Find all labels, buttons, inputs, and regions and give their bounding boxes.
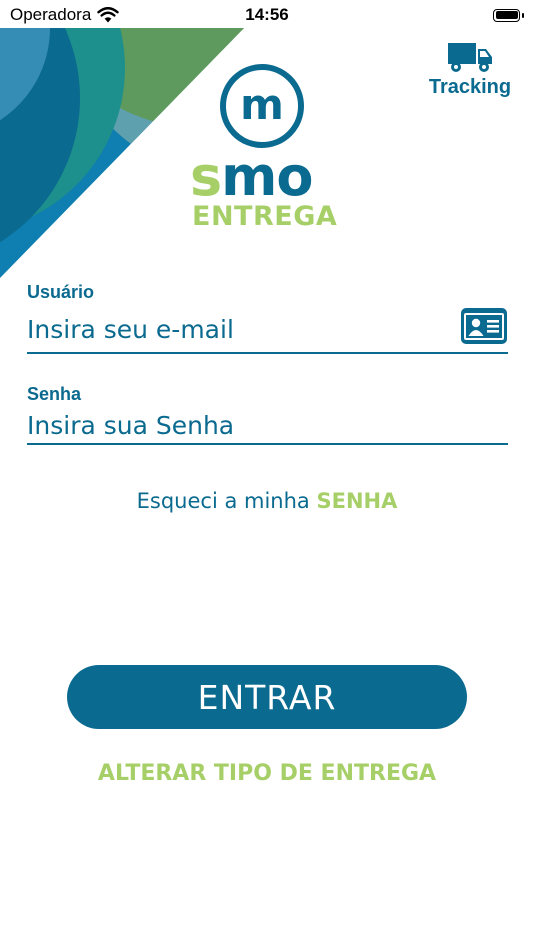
enter-button[interactable]: ENTRAR	[67, 665, 467, 729]
email-input[interactable]	[27, 312, 447, 346]
logo-wordmark: smo	[190, 150, 342, 204]
wifi-icon	[97, 7, 119, 23]
status-bar: Operadora 14:56	[0, 0, 534, 30]
logo-word-mo: mo	[221, 145, 313, 208]
tracking-label: Tracking	[428, 76, 512, 98]
battery-icon	[493, 8, 524, 22]
carrier-name: Operadora	[10, 5, 92, 24]
logo-subtitle: ENTREGA	[192, 201, 338, 232]
forgot-password-link[interactable]: Esqueci a minha SENHA	[0, 489, 534, 513]
svg-text:m: m	[240, 80, 284, 129]
truck-icon	[448, 43, 492, 72]
carrier-info: Operadora	[10, 5, 119, 25]
forgot-emphasis: SENHA	[316, 489, 398, 513]
change-delivery-type-link[interactable]: ALTERAR TIPO DE ENTREGA	[0, 761, 534, 786]
smo-entrega-logo: m smo ENTREGA	[190, 62, 342, 234]
tracking-button[interactable]: Tracking	[420, 42, 520, 99]
logo-monogram-icon: m	[220, 64, 304, 148]
user-label: Usuário	[27, 282, 95, 302]
logo-word-s: s	[190, 145, 222, 208]
forgot-prefix: Esqueci a minha	[136, 489, 310, 513]
user-field: Usuário	[27, 282, 508, 354]
password-input[interactable]	[27, 408, 447, 442]
password-field: Senha	[27, 384, 508, 445]
id-card-icon[interactable]	[461, 308, 507, 344]
password-label: Senha	[27, 384, 82, 404]
